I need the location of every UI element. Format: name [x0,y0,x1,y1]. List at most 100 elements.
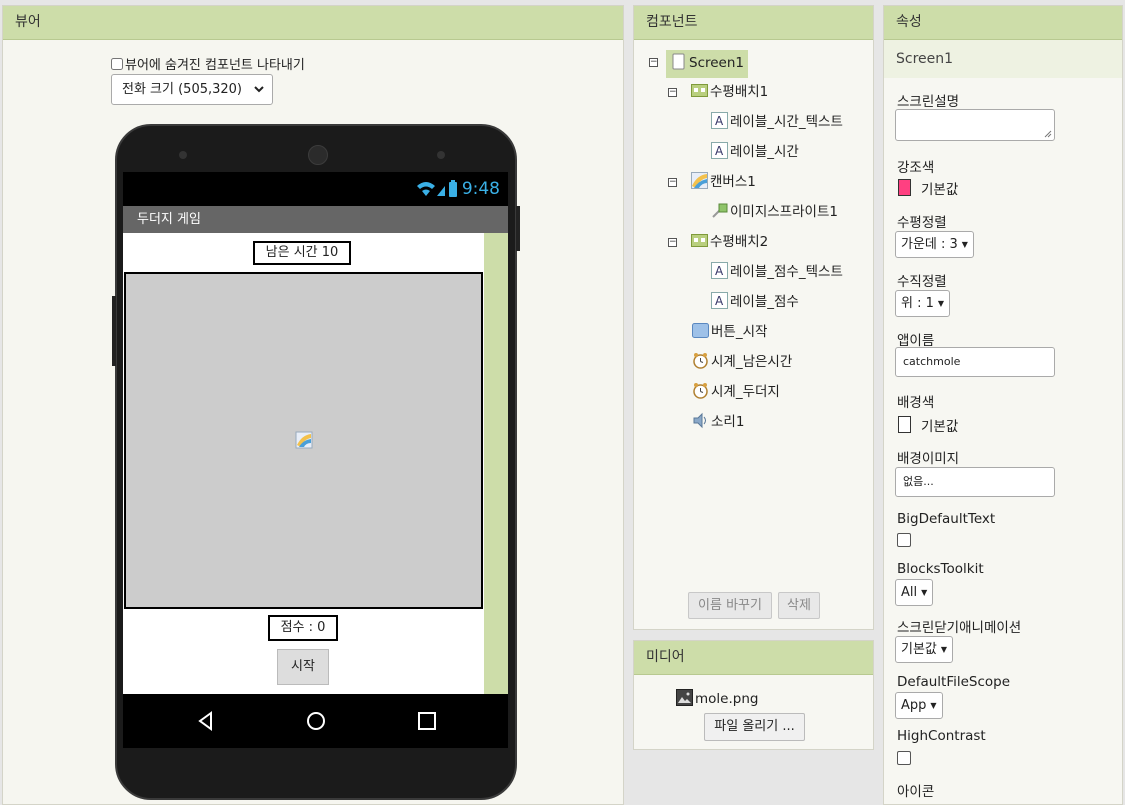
tree-item-label: 소리1 [711,414,745,430]
close-animation-value: 기본값 [901,642,937,657]
status-time: 9:48 [461,179,500,199]
default-file-scope-value: App [901,698,927,713]
screen-icon [670,53,687,70]
tree-item-screen1[interactable]: Screen1 [666,50,749,78]
tree-item-start-button[interactable]: 버튼_시작 [692,321,767,343]
screen-description-input[interactable] [895,109,1055,141]
viewer-panel: 뷰어 뷰어에 숨겨진 컴포넌트 나타내기 전화 크기 (505,320) 9:4… [2,5,624,805]
clock-icon [692,382,709,399]
horizontal-arrangement-icon [691,232,708,249]
dropdown-arrow-icon: ▼ [921,588,928,597]
screen-scroll-strip [484,233,508,694]
show-hidden-components-checkbox[interactable]: 뷰어에 숨겨진 컴포넌트 나타내기 [111,54,305,73]
home-icon[interactable] [303,708,329,734]
phone-size-select[interactable]: 전화 크기 (505,320) [111,74,273,105]
blocks-toolkit-label: BlocksToolkit [897,561,984,577]
svg-text:A: A [715,144,724,158]
phone-side-button [112,296,116,366]
phone-speaker [308,145,328,165]
wifi-signal-battery-icon [417,180,457,197]
phone-mockup: 9:48 두더지 게임 남은 시간 10 점수 : 0 시작 [112,124,520,800]
svg-text:A: A [715,114,724,128]
status-bar: 9:48 [123,172,508,206]
background-image-input[interactable]: 없음... [895,467,1055,497]
clock-icon [692,352,709,369]
app-name-input[interactable]: catchmole [895,347,1055,377]
tree-item-sound-1[interactable]: 소리1 [692,411,744,433]
close-animation-select[interactable]: 기본값 ▼ [895,636,954,663]
accent-color-swatch[interactable] [898,179,911,196]
properties-screen-name: Screen1 [884,40,1122,78]
dropdown-arrow-icon: ▼ [961,240,968,249]
tree-item-label: 레이블_점수 [730,294,799,310]
tree-item-label: 수평배치2 [710,234,769,250]
image-sprite-icon[interactable] [295,431,313,449]
phone-sensor [179,151,187,159]
delete-button[interactable]: 삭제 [778,592,820,619]
android-nav-bar [123,694,508,748]
tree-item-label-time-text[interactable]: A 레이블_시간_텍스트 [711,111,843,133]
score-label[interactable]: 점수 : 0 [268,615,338,641]
collapse-icon[interactable]: − [649,58,658,67]
blocks-toolkit-select[interactable]: All ▼ [895,579,934,606]
tree-item-clock-mole[interactable]: 시계_두더지 [692,381,780,403]
tree-item-horizontal-arrangement-1[interactable]: 수평배치1 [691,81,768,103]
collapse-icon[interactable]: − [668,178,677,187]
horizontal-align-value: 가운데 : 3 [901,237,958,252]
background-color-swatch[interactable] [898,416,911,433]
tree-item-label: 레이블_시간_텍스트 [730,114,843,130]
label-icon: A [711,292,728,309]
dropdown-arrow-icon: ▼ [930,701,937,710]
show-hidden-checkbox-input[interactable] [111,58,123,70]
media-file-mole[interactable]: mole.png [676,689,758,707]
upload-file-button[interactable]: 파일 올리기 ... [704,713,805,741]
background-color-label: 배경색 [897,395,935,411]
rename-button[interactable]: 이름 바꾸기 [688,592,772,619]
collapse-icon[interactable]: − [668,238,677,247]
tree-item-label: Screen1 [689,55,745,71]
image-sprite-icon [711,202,728,219]
resize-handle-icon [1044,130,1052,138]
screen-description-label: 스크린설명 [897,94,960,110]
vertical-align-select[interactable]: 위 : 1 ▼ [895,290,951,317]
background-color-value[interactable]: 기본값 [921,415,958,435]
close-animation-label: 스크린닫기애니메이션 [897,620,1022,636]
horizontal-align-select[interactable]: 가운데 : 3 ▼ [895,231,974,258]
tree-item-label: 수평배치1 [710,84,769,100]
vertical-align-value: 위 : 1 [901,296,934,311]
tree-item-label-score-text[interactable]: A 레이블_점수_텍스트 [711,261,843,283]
tree-item-label-time[interactable]: A 레이블_시간 [711,141,799,163]
media-panel: 미디어 mole.png 파일 올리기 ... [633,640,874,750]
phone-side-button [516,206,520,251]
tree-item-label-score[interactable]: A 레이블_점수 [711,291,799,313]
show-hidden-checkbox-label: 뷰어에 숨겨진 컴포넌트 나타내기 [125,58,305,73]
horizontal-align-label: 수평정렬 [897,215,947,231]
tree-item-canvas-1[interactable]: 캔버스1 [691,171,756,193]
canvas[interactable] [124,272,483,609]
tree-item-image-sprite-1[interactable]: 이미지스프라이트1 [711,201,838,223]
accent-color-value[interactable]: 기본값 [921,178,958,198]
horizontal-arrangement-icon [691,82,708,99]
tree-item-label: 이미지스프라이트1 [730,204,838,220]
label-icon: A [711,142,728,159]
tree-item-horizontal-arrangement-2[interactable]: 수평배치2 [691,231,768,253]
timer-label[interactable]: 남은 시간 10 [253,241,351,265]
big-default-text-checkbox[interactable] [897,533,911,547]
collapse-icon[interactable]: − [668,88,677,97]
back-icon[interactable] [193,708,219,734]
recents-icon[interactable] [414,708,440,734]
high-contrast-checkbox[interactable] [897,751,911,765]
viewer-title: 뷰어 [3,6,623,40]
media-title: 미디어 [634,641,873,675]
components-title: 컴포넌트 [634,6,873,40]
canvas-icon [691,172,708,189]
label-icon: A [711,112,728,129]
app-title-bar: 두더지 게임 [123,206,508,233]
background-image-label: 배경이미지 [897,451,960,467]
label-icon: A [711,262,728,279]
default-file-scope-select[interactable]: App ▼ [895,692,943,719]
tree-item-label: 캔버스1 [710,174,756,190]
start-button[interactable]: 시작 [277,649,329,685]
tree-item-clock-remaining[interactable]: 시계_남은시간 [692,351,792,373]
tree-item-label: 레이블_점수_텍스트 [730,264,843,280]
